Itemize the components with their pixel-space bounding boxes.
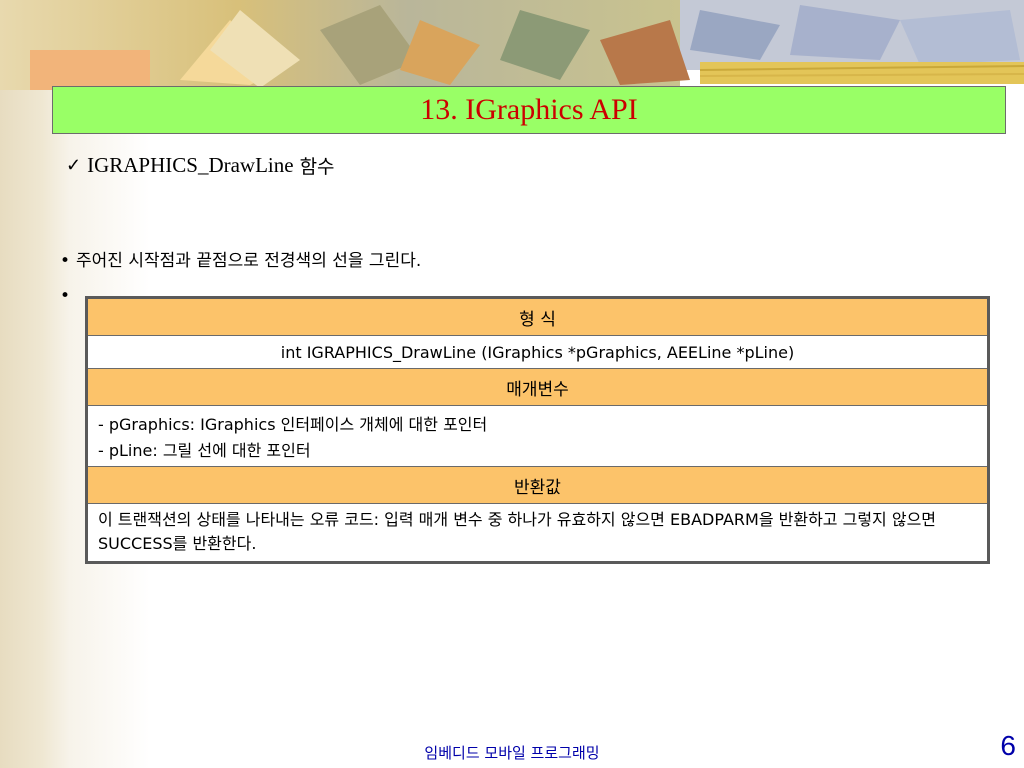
- bullet-item-2: •: [60, 286, 76, 306]
- slide-title: 13. IGraphics API: [420, 93, 638, 126]
- format-header-row: 형 식: [88, 299, 987, 336]
- page-number: 6: [1000, 730, 1016, 761]
- params-header: 매개변수: [506, 379, 569, 400]
- return-value-row: 이 트랜잭션의 상태를 나타내는 오류 코드: 입력 매개 변수 중 하나가 유…: [88, 504, 987, 561]
- return-header-row: 반환값: [88, 467, 987, 504]
- autumn-leaves-image: [0, 0, 1024, 90]
- param-line: - pLine: 그릴 선에 대한 포인터: [98, 441, 311, 460]
- section-heading: ✓ IGRAPHICS_DrawLine 함수: [66, 152, 335, 179]
- format-value: int IGRAPHICS_DrawLine (IGraphics *pGrap…: [280, 342, 795, 362]
- params-header-row: 매개변수: [88, 369, 987, 406]
- heading-suffix: 함수: [299, 156, 335, 178]
- params-value-row: - pGraphics: IGraphics 인터페이스 개체에 대한 포인터 …: [88, 406, 987, 467]
- check-icon: ✓: [66, 155, 82, 175]
- bullet-text-1: 주어진 시작점과 끝점으로 전경색의 선을 그린다.: [76, 251, 422, 271]
- return-header: 반환값: [514, 477, 561, 498]
- footer-course-name: 임베디드 모바일 프로그래밍: [424, 744, 600, 762]
- return-value: 이 트랜잭션의 상태를 나타내는 오류 코드: 입력 매개 변수 중 하나가 유…: [98, 510, 937, 553]
- api-table: 형 식 int IGRAPHICS_DrawLine (IGraphics *p…: [85, 296, 990, 564]
- format-header: 형 식: [519, 309, 556, 330]
- bullet-dot-icon: •: [60, 251, 71, 271]
- bullet-item-1: • 주어진 시작점과 끝점으로 전경색의 선을 그린다.: [60, 246, 421, 271]
- bullet-dot-icon: •: [60, 286, 71, 306]
- top-decorative-banner: [0, 0, 1024, 90]
- param-line: - pGraphics: IGraphics 인터페이스 개체에 대한 포인터: [98, 415, 488, 434]
- title-banner: 13. IGraphics API: [52, 86, 1006, 134]
- heading-text: IGRAPHICS_DrawLine: [87, 153, 294, 177]
- format-value-row: int IGRAPHICS_DrawLine (IGraphics *pGrap…: [88, 336, 987, 369]
